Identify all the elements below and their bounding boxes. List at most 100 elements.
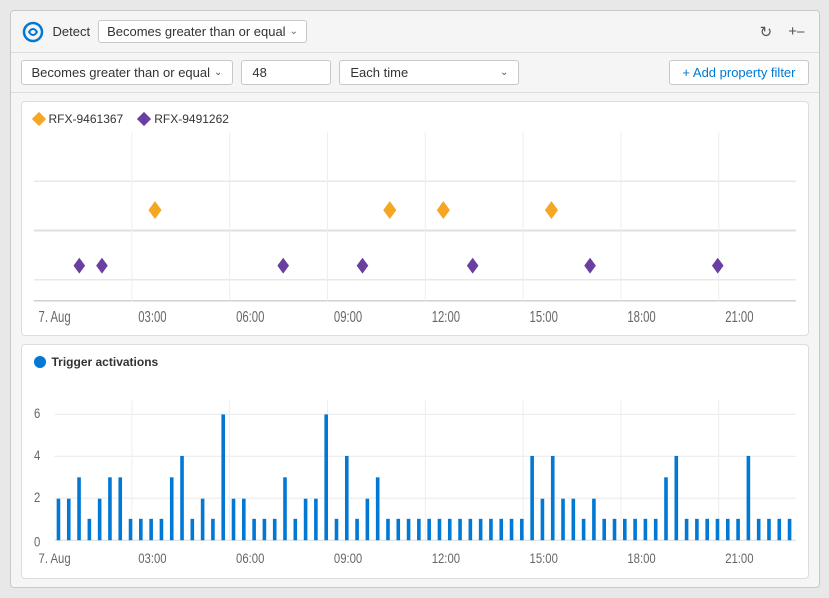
bar-item (303, 499, 307, 541)
bar-item (314, 499, 318, 541)
svg-text:03:00: 03:00 (138, 550, 166, 566)
bar-item (169, 477, 173, 540)
bar-item (715, 519, 719, 540)
condition-dropdown[interactable]: Becomes greater than or equal ⌄ (21, 60, 234, 85)
bar-item (633, 519, 637, 540)
bar-item (56, 499, 60, 541)
bar-item (97, 499, 101, 541)
svg-text:12:00: 12:00 (431, 550, 459, 566)
bar-item (200, 499, 204, 541)
bar-item (581, 519, 585, 540)
bar-item (509, 519, 513, 540)
top-bar: Detect Becomes greater than or equal ⌄ ↻… (11, 11, 819, 53)
refresh-button[interactable]: ↻ (756, 21, 777, 43)
svg-text:09:00: 09:00 (333, 550, 361, 566)
bar-item (77, 477, 81, 540)
legend-rfx1: RFX-9461367 (34, 112, 124, 126)
scatter-svg: 7. Aug 03:00 06:00 09:00 12:00 15:00 18:… (34, 132, 796, 329)
bar-chart: 0 2 4 6 (34, 375, 796, 572)
header-dropdown-chevron: ⌄ (290, 26, 298, 37)
svg-text:7. Aug: 7. Aug (38, 550, 70, 566)
bar-item (746, 456, 750, 540)
main-container: Detect Becomes greater than or equal ⌄ ↻… (10, 10, 820, 588)
bar-item (108, 477, 112, 540)
bar-item (334, 519, 338, 540)
bar-item (272, 519, 276, 540)
bar-item (159, 519, 163, 540)
svg-text:21:00: 21:00 (725, 550, 753, 566)
bar-item (252, 519, 256, 540)
scatter-chart: 7. Aug 03:00 06:00 09:00 12:00 15:00 18:… (34, 132, 796, 329)
bar-item (211, 519, 215, 540)
bar-item (756, 519, 760, 540)
frequency-dropdown[interactable]: Each time ⌄ (339, 60, 519, 85)
svg-text:18:00: 18:00 (627, 550, 655, 566)
bar-item (571, 499, 575, 541)
bar-item (139, 519, 143, 540)
condition-dropdown-chevron: ⌄ (214, 67, 222, 78)
bar-item (705, 519, 709, 540)
top-bar-actions: ↻ +⎯ (756, 21, 809, 43)
svg-text:4: 4 (34, 447, 40, 463)
bar-legend: Trigger activations (34, 355, 796, 369)
bar-item (592, 499, 596, 541)
bar-item (242, 499, 246, 541)
svg-text:15:00: 15:00 (529, 550, 557, 566)
svg-text:0: 0 (34, 533, 40, 549)
bar-item (530, 456, 534, 540)
bar-item (602, 519, 606, 540)
bar-item (118, 477, 122, 540)
scatter-panel: RFX-9461367 RFX-9491262 7. Aug 0 (21, 101, 809, 336)
detect-label: Detect (53, 24, 91, 39)
bar-item (489, 519, 493, 540)
svg-text:7. Aug: 7. Aug (38, 308, 70, 325)
bar-item (128, 519, 132, 540)
bar-item (190, 519, 194, 540)
scatter-legend: RFX-9461367 RFX-9491262 (34, 112, 796, 126)
bar-item (478, 519, 482, 540)
threshold-input[interactable] (241, 60, 331, 85)
bar-legend-dot (34, 356, 46, 368)
bar-item (396, 519, 400, 540)
bar-item (623, 519, 627, 540)
bar-item (386, 519, 390, 540)
svg-text:15:00: 15:00 (529, 308, 557, 325)
bar-item (427, 519, 431, 540)
filter-bar: Becomes greater than or equal ⌄ Each tim… (11, 53, 819, 93)
bar-item (520, 519, 524, 540)
bar-item (777, 519, 781, 540)
legend-rfx2: RFX-9491262 (139, 112, 229, 126)
svg-text:06:00: 06:00 (236, 550, 264, 566)
bar-item (293, 519, 297, 540)
bar-item (643, 519, 647, 540)
svg-text:21:00: 21:00 (725, 308, 753, 325)
bar-item (612, 519, 616, 540)
bar-item (87, 519, 91, 540)
add-button[interactable]: +⎯ (784, 21, 808, 43)
svg-text:09:00: 09:00 (333, 308, 361, 325)
add-property-filter-button[interactable]: + Add property filter (669, 60, 808, 85)
bar-item (499, 519, 503, 540)
bar-item (767, 519, 771, 540)
svg-text:06:00: 06:00 (236, 308, 264, 325)
bar-item (231, 499, 235, 541)
bar-item (262, 519, 266, 540)
bar-item (406, 519, 410, 540)
bar-item (653, 519, 657, 540)
bar-item (725, 519, 729, 540)
bar-item (180, 456, 184, 540)
bar-item (787, 519, 791, 540)
bar-item (149, 519, 153, 540)
bar-item (417, 519, 421, 540)
bar-item (458, 519, 462, 540)
frequency-dropdown-chevron: ⌄ (500, 67, 508, 78)
header-condition-dropdown[interactable]: Becomes greater than or equal ⌄ (98, 20, 307, 43)
bar-item (344, 456, 348, 540)
svg-text:18:00: 18:00 (627, 308, 655, 325)
bar-item (66, 499, 70, 541)
bar-item (283, 477, 287, 540)
app-logo (21, 20, 45, 44)
bar-item (355, 519, 359, 540)
bar-item (447, 519, 451, 540)
bar-item (324, 414, 328, 540)
